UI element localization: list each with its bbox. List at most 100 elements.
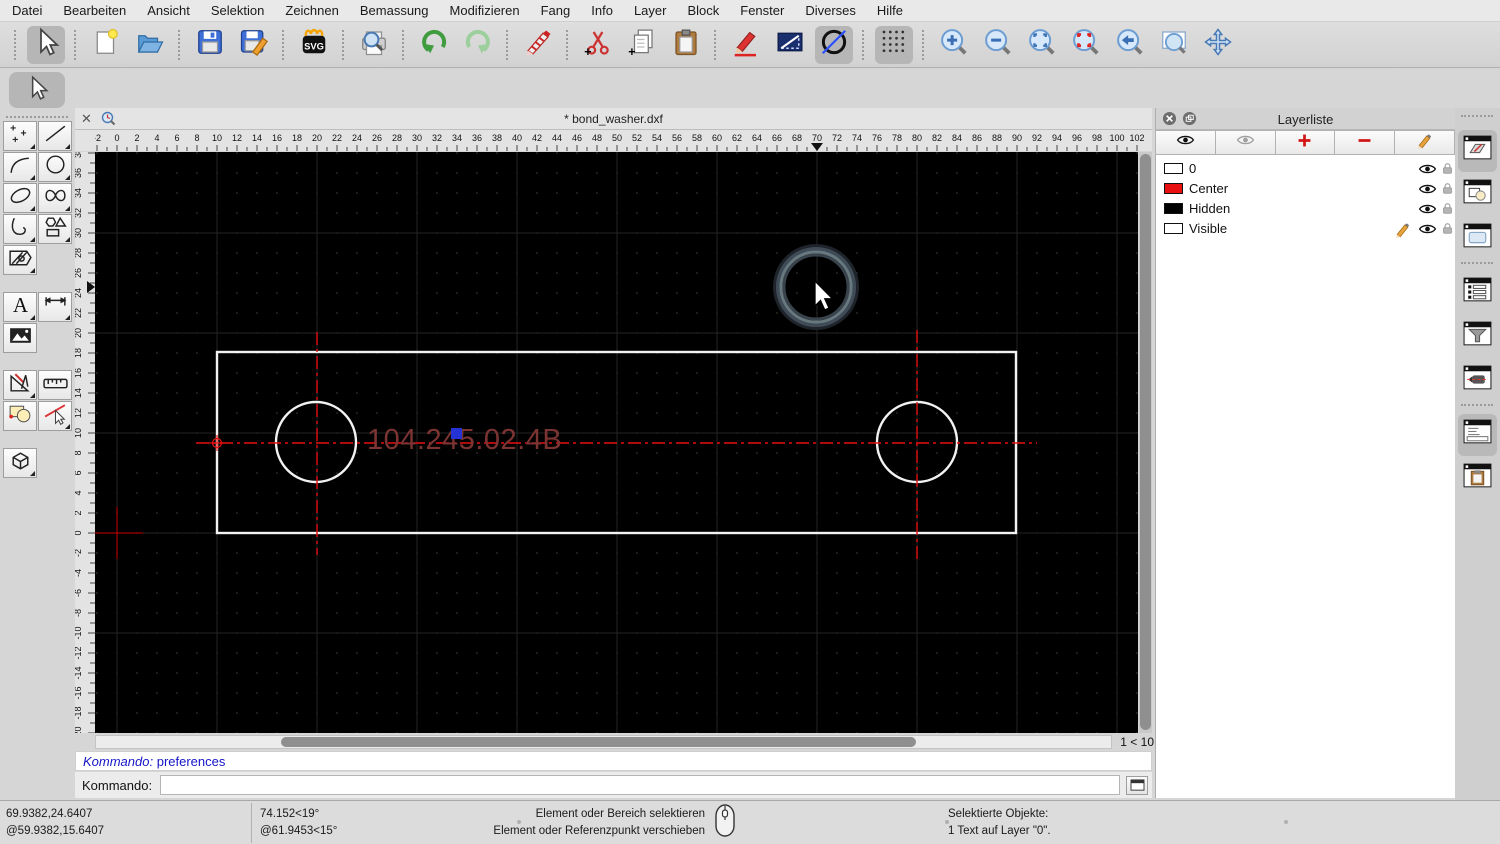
dock-list-widget-button[interactable] xyxy=(1458,272,1497,314)
polygon-tool-button[interactable] xyxy=(38,214,72,244)
modify-tool-button[interactable] xyxy=(3,370,37,400)
circle-tool-button[interactable] xyxy=(38,152,72,182)
zoom-in-button[interactable] xyxy=(935,26,973,64)
layer-row-visible[interactable]: Visible xyxy=(1156,219,1455,239)
paste-button[interactable] xyxy=(667,26,705,64)
svg-text:64: 64 xyxy=(752,133,762,143)
menu-hilfe[interactable]: Hilfe xyxy=(877,3,903,18)
undo-button[interactable] xyxy=(415,26,453,64)
vertical-scrollbar[interactable] xyxy=(1139,152,1152,733)
menu-modifizieren[interactable]: Modifizieren xyxy=(450,3,520,18)
layer-visibility-icon[interactable] xyxy=(1418,202,1437,216)
layer-lock-icon[interactable] xyxy=(1442,161,1453,176)
edit-layer-button[interactable] xyxy=(1394,130,1455,155)
zoom-window-button[interactable] xyxy=(1155,26,1193,64)
layer-row-hidden[interactable]: Hidden xyxy=(1156,199,1455,219)
menu-info[interactable]: Info xyxy=(591,3,613,18)
deselect-tool-button[interactable] xyxy=(38,401,72,431)
zoom-prev-button[interactable] xyxy=(1111,26,1149,64)
redo-button[interactable] xyxy=(459,26,497,64)
circle-line-button[interactable] xyxy=(815,25,853,64)
save-button[interactable] xyxy=(191,26,229,64)
layer-name: 0 xyxy=(1189,161,1197,176)
dock-command-widget-button[interactable] xyxy=(1458,414,1497,456)
remove-layer-button[interactable] xyxy=(1334,130,1396,155)
detach-command-button[interactable] xyxy=(1126,775,1149,795)
menu-fang[interactable]: Fang xyxy=(541,3,571,18)
horizontal-scrollbar[interactable] xyxy=(95,735,1112,749)
zoom-select-button[interactable] xyxy=(1067,26,1105,64)
dock-block-widget-button[interactable] xyxy=(1458,174,1497,216)
line-tool-button[interactable] xyxy=(38,121,72,151)
zoom-auto-icon xyxy=(1027,27,1057,62)
grid-button[interactable] xyxy=(875,25,913,64)
svg-export-button[interactable]: SVG xyxy=(295,26,333,64)
ellipse-tool-button[interactable] xyxy=(3,183,37,213)
polyline-tool-button[interactable] xyxy=(3,214,37,244)
zoom-auto-button[interactable] xyxy=(1023,26,1061,64)
layer-row-center[interactable]: Center xyxy=(1156,179,1455,199)
show-all-layers-button[interactable] xyxy=(1155,130,1216,155)
layer-color-swatch[interactable] xyxy=(1164,183,1183,194)
text-tool-button[interactable]: A xyxy=(3,292,37,322)
add-layer-button[interactable] xyxy=(1274,130,1336,155)
points-tool-button[interactable]: + + + xyxy=(3,121,37,151)
menu-fenster[interactable]: Fenster xyxy=(740,3,784,18)
text-selection-handle[interactable] xyxy=(451,428,462,439)
layer-color-swatch[interactable] xyxy=(1164,203,1183,214)
measure-tool-button[interactable] xyxy=(38,370,72,400)
menu-diverses[interactable]: Diverses xyxy=(805,3,856,18)
copy-button[interactable]: + xyxy=(623,26,661,64)
dock-layer-widget-button[interactable] xyxy=(1458,130,1497,172)
block-tool-button[interactable] xyxy=(3,401,37,431)
dock-library-widget-button[interactable] xyxy=(1458,218,1497,260)
menu-zeichnen[interactable]: Zeichnen xyxy=(285,3,338,18)
layer-lock-icon[interactable] xyxy=(1442,221,1453,236)
layer-visibility-icon[interactable] xyxy=(1418,162,1437,176)
menu-bearbeiten[interactable]: Bearbeiten xyxy=(63,3,126,18)
layer-lock-icon[interactable] xyxy=(1442,201,1453,216)
dock-clipboard-icon xyxy=(1462,462,1493,496)
rect-line-button[interactable] xyxy=(771,26,809,64)
menu-bemassung[interactable]: Bemassung xyxy=(360,3,429,18)
menu-datei[interactable]: Datei xyxy=(12,3,42,18)
hatch-tool-button[interactable] xyxy=(3,245,37,275)
menu-ansicht[interactable]: Ansicht xyxy=(147,3,190,18)
layer-lock-icon[interactable] xyxy=(1442,181,1453,196)
svg-text:+: + xyxy=(12,135,18,146)
new-button[interactable] xyxy=(87,26,125,64)
command-input[interactable] xyxy=(160,775,1121,795)
layer-color-swatch[interactable] xyxy=(1164,223,1183,234)
menu-layer[interactable]: Layer xyxy=(634,3,667,18)
part-number-text[interactable]: 104.245.02.4B xyxy=(367,424,562,456)
arc-tool-button[interactable] xyxy=(3,152,37,182)
cut-button[interactable]: + xyxy=(579,26,617,64)
menu-selektion[interactable]: Selektion xyxy=(211,3,264,18)
print-preview-button[interactable] xyxy=(355,26,393,64)
dock-pen-widget-button[interactable] xyxy=(1458,360,1497,402)
layer-row-0[interactable]: 0 xyxy=(1156,159,1455,179)
save-as-button[interactable] xyxy=(235,26,273,64)
select-tool-button[interactable] xyxy=(9,72,65,108)
layer-visibility-icon[interactable] xyxy=(1418,222,1437,236)
pan-button[interactable] xyxy=(1199,26,1237,64)
image-tool-button[interactable] xyxy=(3,323,37,353)
menu-block[interactable]: Block xyxy=(687,3,719,18)
svg-text:16: 16 xyxy=(272,133,282,143)
zoom-out-button[interactable] xyxy=(979,26,1017,64)
layer-visibility-icon[interactable] xyxy=(1418,182,1437,196)
drawing-canvas[interactable]: 104.245.02.4B xyxy=(91,152,1138,733)
spline-tool-button[interactable] xyxy=(38,183,72,213)
delete-button[interactable] xyxy=(519,26,557,64)
open-button[interactable] xyxy=(131,26,169,64)
layer-color-swatch[interactable] xyxy=(1164,163,1183,174)
select-button[interactable] xyxy=(27,25,65,64)
dock-filter-widget-button[interactable] xyxy=(1458,316,1497,358)
submenu-indicator xyxy=(30,175,35,180)
cube-tool-button[interactable] xyxy=(3,448,37,478)
hide-all-layers-button[interactable] xyxy=(1214,130,1276,155)
dock-clipboard-widget-button[interactable] xyxy=(1458,458,1497,500)
pen-button[interactable] xyxy=(727,26,765,64)
delete-icon xyxy=(523,27,553,62)
dim-tool-button[interactable] xyxy=(38,292,72,322)
